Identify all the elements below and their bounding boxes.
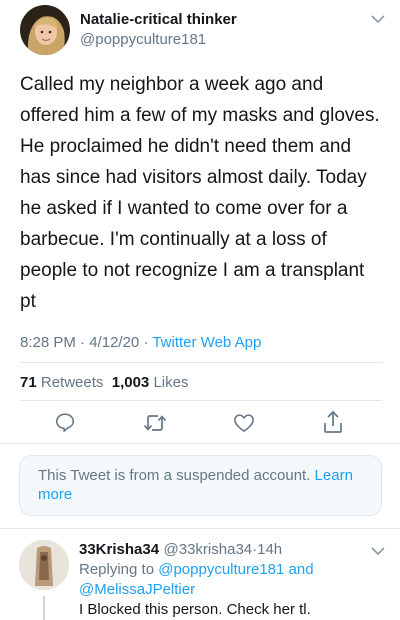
divider	[20, 400, 382, 401]
author-handle[interactable]: @poppyculture181	[80, 31, 206, 48]
likes-stat[interactable]: 1,003 Likes	[112, 374, 189, 391]
tweet-time[interactable]: 8:28 PM	[20, 334, 76, 351]
reply-time[interactable]: 14h	[257, 541, 282, 558]
suspended-account-notice: This Tweet is from a suspended account. …	[19, 455, 382, 516]
share-icon[interactable]	[322, 410, 344, 434]
tweet-stats: 71 Retweets 1,003 Likes	[20, 374, 188, 391]
reply-author-handle[interactable]: @33krisha34	[164, 541, 253, 558]
replying-to-user-2[interactable]: @MelissaJPeltier	[79, 581, 195, 598]
tweet-source[interactable]: Twitter Web App	[152, 334, 261, 351]
reply-icon[interactable]	[54, 411, 76, 433]
author-name[interactable]: Natalie-critical thinker	[80, 11, 237, 28]
meta-separator: ·	[80, 334, 86, 351]
divider	[20, 362, 382, 363]
tweet-meta: 8:28 PM · 4/12/20 · Twitter Web App	[20, 334, 261, 351]
tweet-text: Called my neighbor a week ago and offere…	[20, 74, 380, 312]
reply-author-avatar[interactable]	[19, 540, 69, 590]
divider	[0, 528, 400, 529]
chevron-down-icon[interactable]	[371, 543, 385, 559]
author-avatar[interactable]	[20, 5, 70, 55]
replying-to-user-1[interactable]: @poppyculture181	[158, 561, 284, 578]
replying-and: and	[288, 561, 314, 578]
divider	[0, 443, 400, 444]
replying-prefix: Replying to	[79, 561, 155, 578]
thread-line	[43, 596, 45, 620]
meta-separator: ·	[143, 334, 149, 351]
retweet-icon[interactable]	[143, 412, 167, 434]
like-icon[interactable]	[233, 413, 255, 433]
replying-to: Replying to @poppyculture181 and @Meliss…	[79, 560, 379, 600]
reply-header: 33Krisha34 @33krisha34·14h	[79, 541, 282, 559]
reply-author-name[interactable]: 33Krisha34	[79, 541, 159, 558]
retweets-stat[interactable]: 71 Retweets	[20, 374, 103, 391]
tweet-date[interactable]: 4/12/20	[89, 334, 139, 351]
chevron-down-icon[interactable]	[371, 11, 385, 27]
notice-text: This Tweet is from a suspended account.	[38, 467, 311, 484]
reply-text: I Blocked this person. Check her tl.	[79, 601, 311, 618]
